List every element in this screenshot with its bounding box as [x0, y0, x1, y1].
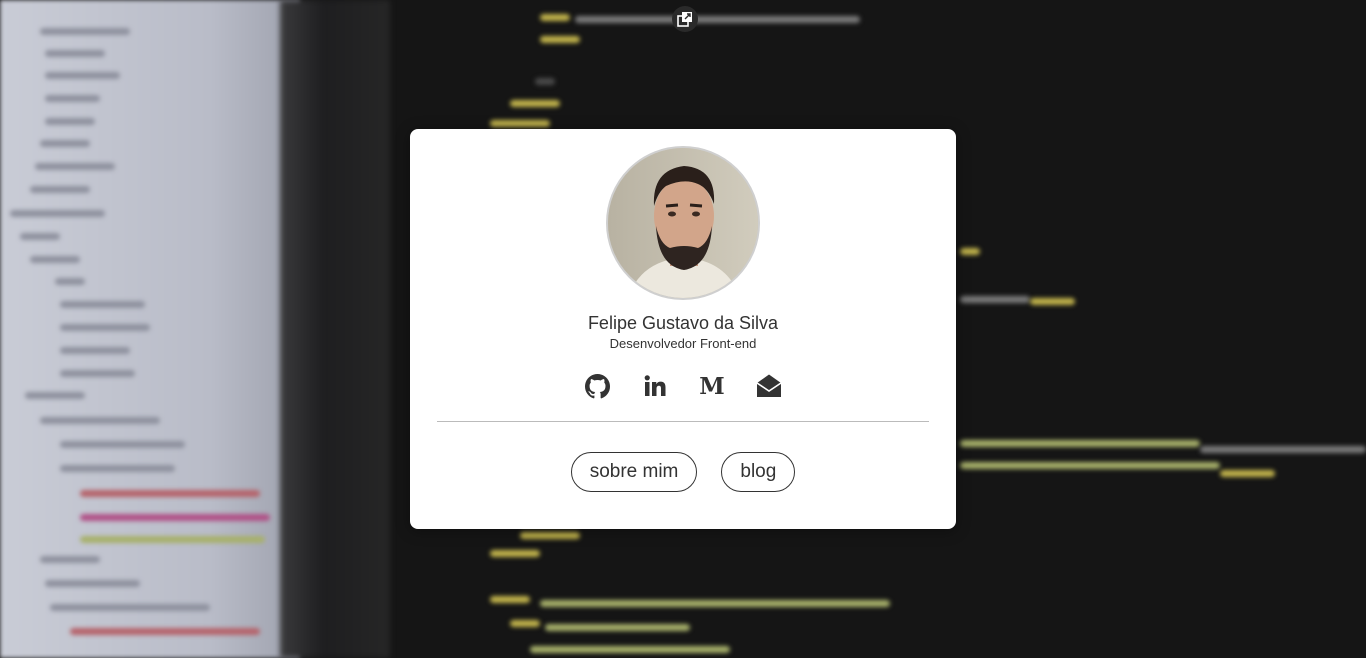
- medium-icon[interactable]: M: [699, 372, 725, 400]
- email-icon[interactable]: [756, 372, 782, 400]
- avatar: [606, 146, 760, 300]
- profile-name: Felipe Gustavo da Silva: [587, 313, 779, 333]
- linkedin-icon[interactable]: [642, 372, 668, 400]
- profile-card: Felipe Gustavo da Silva Desenvolvedor Fr…: [410, 129, 956, 529]
- nav-buttons: sobre mim blog: [410, 452, 956, 492]
- profile-role: Desenvolvedor Front-end: [609, 336, 757, 351]
- github-icon[interactable]: [585, 372, 611, 400]
- ide-gutter-blur: [280, 0, 390, 658]
- blog-button[interactable]: blog: [721, 452, 796, 492]
- open-new-window-icon[interactable]: [672, 6, 698, 32]
- about-me-button[interactable]: sobre mim: [570, 452, 698, 492]
- svg-text:M: M: [699, 375, 724, 397]
- divider: [437, 421, 929, 422]
- social-links: M: [410, 372, 956, 400]
